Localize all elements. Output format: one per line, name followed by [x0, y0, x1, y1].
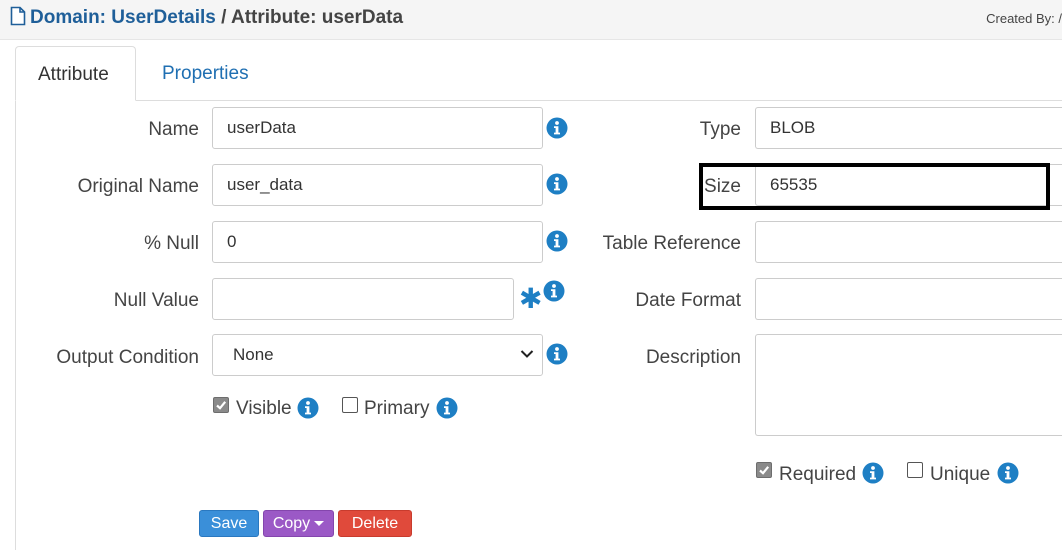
name-label: Name — [148, 119, 199, 140]
save-button[interactable]: Save — [199, 510, 259, 537]
type-label: Type — [699, 119, 741, 140]
document-icon — [10, 6, 26, 26]
date-format-input[interactable] — [755, 278, 1062, 320]
output-condition-select[interactable]: None — [212, 334, 543, 376]
delete-button[interactable]: Delete — [338, 510, 412, 537]
null-value-input[interactable] — [212, 278, 514, 320]
primary-checkbox[interactable] — [342, 397, 358, 413]
tab-properties[interactable]: Properties — [140, 46, 271, 101]
type-input[interactable]: BLOB — [755, 107, 1062, 149]
caret-down-icon — [314, 521, 325, 526]
table-reference-label: Table Reference — [602, 233, 741, 254]
output-condition-value: None — [233, 345, 274, 364]
original-name-label: Original Name — [77, 176, 199, 197]
null-value-label: Null Value — [113, 290, 199, 311]
primary-label: Primary — [364, 398, 430, 419]
tab-attribute[interactable]: Attribute — [15, 46, 136, 101]
copy-button[interactable]: Copy — [263, 510, 334, 537]
chevron-down-icon — [520, 350, 534, 358]
size-input[interactable]: 65535 — [755, 164, 1062, 206]
title-separator: / — [215, 7, 231, 28]
info-icon[interactable] — [997, 462, 1019, 484]
attribute-title: Attribute: userData — [230, 7, 404, 28]
table-reference-input[interactable] — [755, 221, 1062, 263]
info-icon[interactable] — [862, 462, 884, 484]
copy-button-label: Copy — [272, 515, 311, 532]
unique-checkbox[interactable] — [907, 462, 923, 478]
domain-link[interactable]: Domain: UserDetails — [30, 7, 216, 28]
unique-label: Unique — [930, 464, 991, 485]
visible-label: Visible — [236, 398, 292, 419]
created-by: Created By: / — [986, 11, 1062, 26]
original-name-input[interactable]: user_data — [212, 164, 543, 206]
checkmark-icon — [759, 466, 770, 475]
date-format-label: Date Format — [635, 290, 741, 311]
percent-null-input[interactable]: 0 — [212, 221, 543, 263]
title-bar: Domain: UserDetails / Attribute: userDat… — [0, 0, 1062, 40]
info-icon[interactable] — [543, 280, 565, 302]
name-input[interactable]: userData — [212, 107, 543, 149]
required-checkbox[interactable] — [756, 462, 772, 478]
info-icon[interactable] — [546, 173, 568, 195]
form-border — [15, 101, 16, 550]
info-icon[interactable] — [436, 397, 458, 419]
info-icon[interactable] — [297, 397, 319, 419]
required-label: Required — [779, 464, 857, 485]
output-condition-label: Output Condition — [56, 347, 199, 368]
description-label: Description — [645, 347, 741, 368]
asterisk-icon: ✱ — [519, 283, 543, 314]
checkmark-icon — [216, 401, 227, 410]
visible-checkbox[interactable] — [213, 397, 229, 413]
percent-null-label: % Null — [144, 233, 199, 254]
info-icon[interactable] — [546, 230, 568, 252]
page-title: Domain: UserDetails / Attribute: userDat… — [10, 6, 403, 29]
info-icon[interactable] — [546, 117, 568, 139]
info-icon[interactable] — [546, 343, 568, 365]
description-textarea[interactable] — [755, 334, 1062, 436]
size-label: Size — [704, 176, 741, 197]
